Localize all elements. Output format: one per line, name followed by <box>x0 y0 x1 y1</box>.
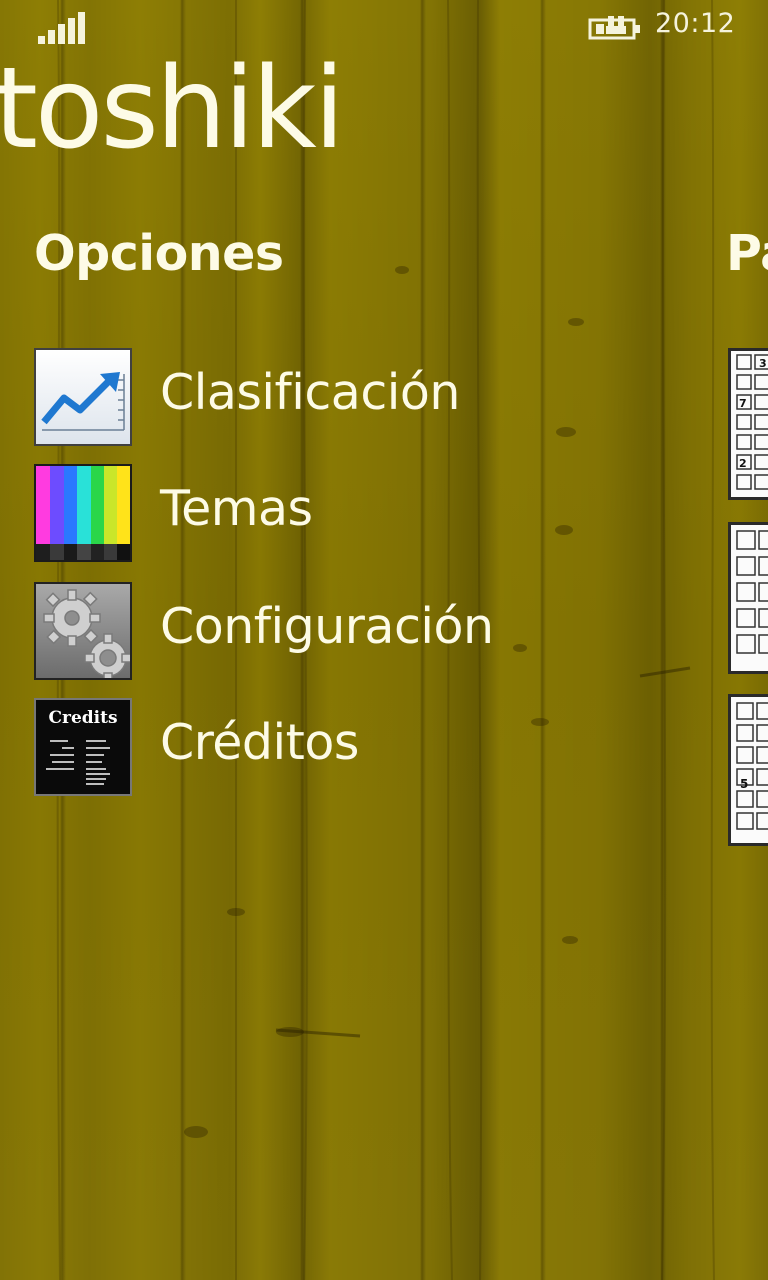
credits-icon: Credits <box>34 698 132 796</box>
puzzle-thumbnail[interactable] <box>728 522 768 674</box>
clock: 20:12 <box>655 8 736 39</box>
ranking-chart-icon <box>34 348 132 446</box>
option-creditos[interactable]: Credits Créditos <box>34 698 594 798</box>
puzzle-clue: 3 <box>759 357 767 370</box>
color-bars-icon <box>34 464 132 562</box>
option-temas[interactable]: Temas <box>34 464 594 564</box>
puzzle-clue: 2 <box>739 457 747 470</box>
option-label: Clasificación <box>160 364 460 421</box>
section-header-opciones: Opciones <box>34 225 284 282</box>
option-clasificacion[interactable]: Clasificación <box>34 348 594 448</box>
section-header-next: Pa <box>726 225 768 282</box>
option-label: Créditos <box>160 714 359 771</box>
puzzle-clue: 5 <box>740 777 748 791</box>
puzzle-thumbnail[interactable]: 5 <box>728 694 768 846</box>
option-label: Configuración <box>160 598 494 655</box>
option-configuracion[interactable]: Configuración <box>34 582 594 682</box>
app-title: toshiki <box>0 44 345 174</box>
battery-charging-icon <box>588 14 642 42</box>
puzzle-clue: 7 <box>739 397 747 410</box>
gears-icon <box>34 582 132 680</box>
option-label: Temas <box>160 480 313 537</box>
puzzle-thumbnail[interactable]: 3 7 2 <box>728 348 768 500</box>
